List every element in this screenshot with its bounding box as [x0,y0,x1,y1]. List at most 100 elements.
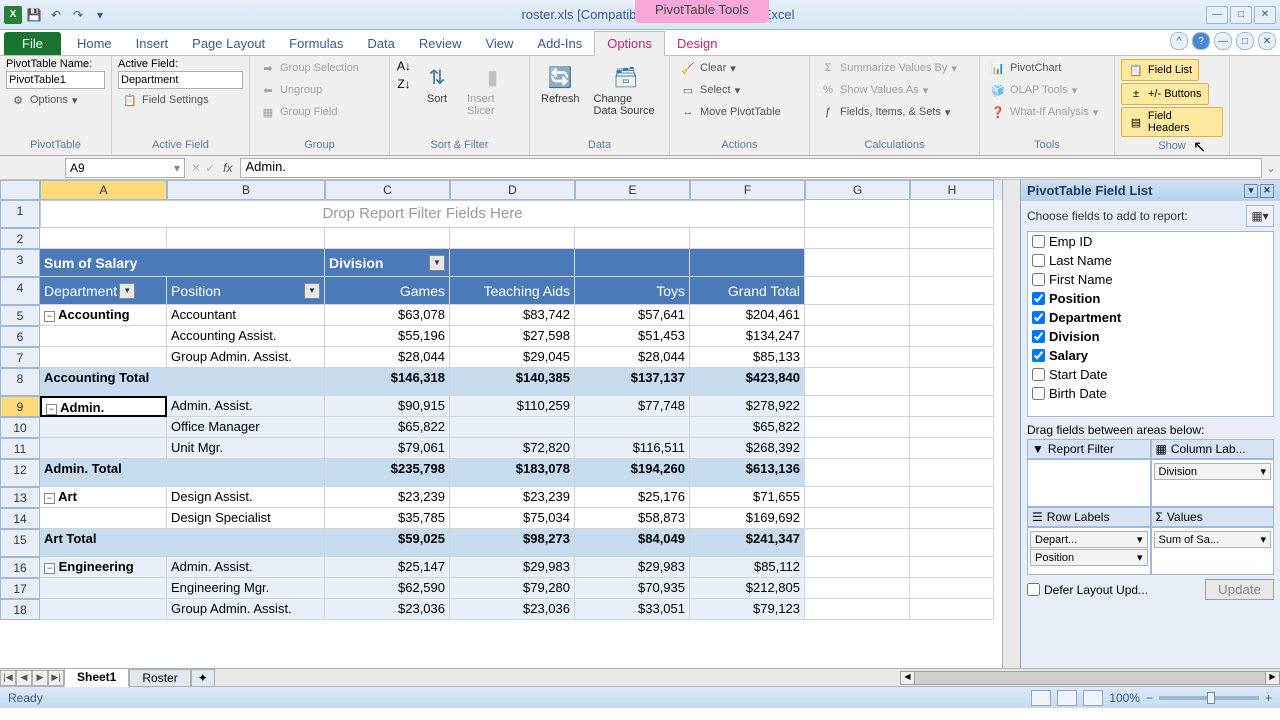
cell[interactable]: $25,147 [325,557,450,578]
save-icon[interactable]: 💾 [24,5,44,25]
cell[interactable]: − Accounting [40,305,167,326]
collapse-icon[interactable]: − [46,404,57,415]
cell[interactable] [40,508,167,529]
normal-view-button[interactable] [1031,690,1051,706]
cell[interactable]: $241,347 [690,529,805,557]
page-break-view-button[interactable] [1083,690,1103,706]
select-button[interactable]: ▭Select ▾ [676,80,744,100]
row-header[interactable]: 3 [0,249,40,277]
cell[interactable]: $70,935 [575,578,690,599]
row-header[interactable]: 6 [0,326,40,347]
cell[interactable]: $183,078 [450,459,575,487]
cell[interactable]: $116,511 [575,438,690,459]
cell[interactable]: $212,805 [690,578,805,599]
cell[interactable]: Accounting Total [40,368,325,396]
cell[interactable]: $29,983 [450,557,575,578]
horizontal-scrollbar[interactable]: ◀ ▶ [900,671,1280,685]
cell[interactable]: $194,260 [575,459,690,487]
cell[interactable]: Admin. Assist. [167,396,325,417]
qat-dropdown-icon[interactable]: ▾ [90,5,110,25]
cell[interactable]: $140,385 [450,368,575,396]
field-list-field[interactable]: First Name [1028,270,1273,289]
field-list-fields[interactable]: Emp IDLast NameFirst NamePositionDepartm… [1027,231,1274,417]
pivot-measure-label[interactable]: Sum of Salary [40,249,325,277]
tab-design[interactable]: Design [665,32,729,55]
cell[interactable]: $65,822 [325,417,450,438]
tab-options[interactable]: Options [594,31,665,56]
change-data-source-button[interactable]: 🗃Change Data Source [589,58,663,120]
column-header[interactable]: A [40,180,167,200]
page-layout-view-button[interactable] [1057,690,1077,706]
sheet-tab-roster[interactable]: Roster [129,669,190,687]
workbook-minimize-icon[interactable]: — [1214,32,1232,50]
field-list-field[interactable]: Start Date [1028,365,1273,384]
cell[interactable]: Admin. Total [40,459,325,487]
maximize-button[interactable]: □ [1230,6,1252,24]
cell[interactable]: $63,078 [325,305,450,326]
cell[interactable]: − Engineering [40,557,167,578]
tab-data[interactable]: Data [355,32,406,55]
options-button[interactable]: ⚙Options ▾ [6,90,105,110]
cell[interactable]: − Admin. [40,396,167,417]
show-values-as-button[interactable]: %Show Values As ▾ [816,80,932,100]
whatif-analysis-button[interactable]: ❓What-If Analysis ▾ [986,102,1102,122]
column-header[interactable]: H [910,180,994,200]
cell[interactable]: Accounting Assist. [167,326,325,347]
minimize-button[interactable]: — [1206,6,1228,24]
filter-dropdown-icon[interactable]: ▼ [119,283,135,299]
column-header[interactable]: C [325,180,450,200]
tab-nav-first-icon[interactable]: |◀ [0,670,16,686]
cell[interactable]: $134,247 [690,326,805,347]
zoom-slider[interactable] [1159,696,1259,700]
cancel-formula-icon[interactable]: ✕ [191,161,201,175]
area-row-labels[interactable]: Depart...▾ Position▾ [1027,527,1151,575]
fields-items-sets-button[interactable]: ƒFields, Items, & Sets ▾ [816,102,954,122]
tab-nav-next-icon[interactable]: ▶ [32,670,48,686]
update-button[interactable]: Update [1205,579,1274,600]
field-checkbox[interactable] [1032,349,1045,362]
cell[interactable]: Art Total [40,529,325,557]
cell[interactable]: $29,045 [450,347,575,368]
cell[interactable]: $57,641 [575,305,690,326]
pivot-column-header[interactable]: Games [325,277,450,305]
field-checkbox[interactable] [1032,254,1045,267]
pivot-column-header[interactable]: Toys [575,277,690,305]
field-list-layout-button[interactable]: ▦▾ [1246,205,1274,227]
area-column-labels[interactable]: Division▾ [1151,459,1275,507]
cell[interactable]: Accountant [167,305,325,326]
tab-nav-prev-icon[interactable]: ◀ [16,670,32,686]
cell[interactable]: $85,112 [690,557,805,578]
cell[interactable]: $77,748 [575,396,690,417]
sheet-tab-sheet1[interactable]: Sheet1 [64,668,129,687]
field-checkbox[interactable] [1032,330,1045,343]
zoom-out-button[interactable]: − [1146,691,1153,705]
pivot-row-field-department[interactable]: Department▼ [40,277,167,305]
row-header[interactable]: 5 [0,305,40,326]
tab-page-layout[interactable]: Page Layout [180,32,277,55]
vertical-scrollbar[interactable] [1002,180,1020,668]
zoom-level[interactable]: 100% [1109,691,1140,705]
area-values[interactable]: Sum of Sa...▾ [1151,527,1275,575]
redo-icon[interactable]: ↷ [68,5,88,25]
cell[interactable]: $23,036 [450,599,575,620]
cell[interactable]: $72,820 [450,438,575,459]
row-header[interactable]: 2 [0,228,40,249]
cell[interactable]: $62,590 [325,578,450,599]
cell[interactable]: $51,453 [575,326,690,347]
row-header[interactable]: 7 [0,347,40,368]
cell[interactable]: $59,025 [325,529,450,557]
cell[interactable]: $84,049 [575,529,690,557]
row-header[interactable]: 12 [0,459,40,487]
row-header[interactable]: 17 [0,578,40,599]
tab-review[interactable]: Review [407,32,474,55]
field-checkbox[interactable] [1032,273,1045,286]
field-checkbox[interactable] [1032,368,1045,381]
field-headers-toggle[interactable]: ▤Field Headers [1121,107,1223,137]
cell[interactable]: $83,742 [450,305,575,326]
area-item-sum-salary[interactable]: Sum of Sa...▾ [1154,531,1272,548]
cell[interactable]: $268,392 [690,438,805,459]
group-field-button[interactable]: ▦Group Field [256,102,341,122]
cell[interactable]: Unit Mgr. [167,438,325,459]
workbook-close-icon[interactable]: ✕ [1258,32,1276,50]
field-checkbox[interactable] [1032,292,1045,305]
